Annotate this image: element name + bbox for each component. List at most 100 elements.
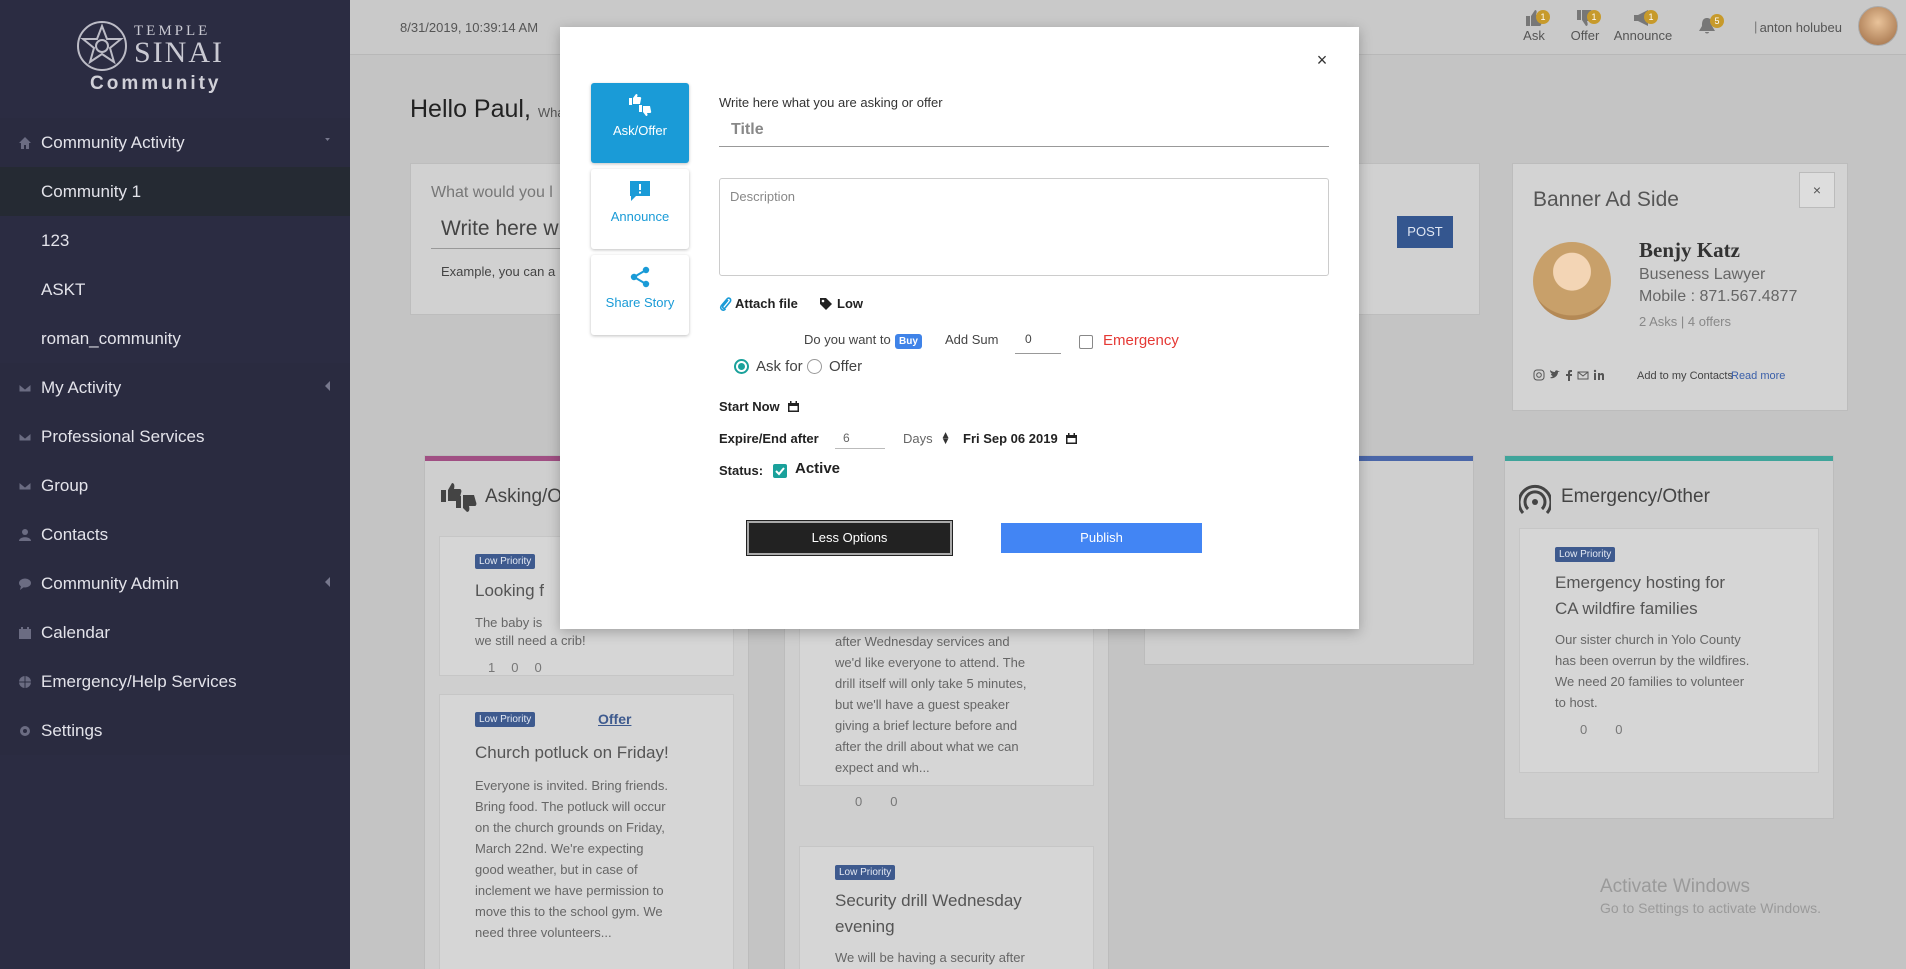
user-name[interactable]: anton holubeu (1760, 20, 1842, 35)
card-text: move this to the school gym. We (475, 904, 663, 919)
expire-date-picker[interactable]: Fri Sep 06 2019 (963, 431, 1078, 446)
sidebar-item-label: Calendar (41, 622, 110, 642)
sidebar-item-settings[interactable]: Settings (0, 706, 350, 755)
banner-close-button[interactable]: × (1799, 172, 1835, 208)
publish-button[interactable]: Publish (1001, 523, 1202, 553)
logo-community-text: Community (90, 73, 222, 94)
emergency-checkbox[interactable] (1079, 335, 1093, 349)
sidebar-item-emergency-help[interactable]: Emergency/Help Services (0, 657, 350, 706)
check-count: 0 (534, 660, 542, 675)
post-example: Example, you can a (441, 264, 556, 279)
sidebar-item-community-1[interactable]: Community 1 (0, 167, 350, 216)
ask-for-radio[interactable] (734, 359, 749, 374)
card-counts: 0 0 (1580, 722, 1622, 737)
sidebar-item-calendar[interactable]: Calendar (0, 608, 350, 657)
offer-button[interactable]: 1 Offer (1565, 8, 1605, 43)
add-to-contacts-link[interactable]: Add to my Contacts (1637, 370, 1733, 382)
sidebar-item-label: Settings (41, 720, 103, 740)
sidebar-item-community-admin[interactable]: Community Admin (0, 559, 350, 608)
sidebar-item-askt[interactable]: ASKT (0, 265, 350, 314)
globe-icon (19, 675, 31, 688)
priority-selector[interactable]: Low (819, 296, 863, 311)
paperclip-icon (719, 296, 732, 311)
start-now[interactable]: Start Now (719, 399, 800, 414)
envelope-icon (18, 432, 32, 441)
tab-ask-offer[interactable]: Ask/Offer (591, 83, 689, 163)
active-checkbox[interactable] (773, 464, 787, 478)
offer-badge: 1 (1587, 10, 1601, 24)
twitter-icon[interactable] (1549, 369, 1561, 381)
offer-radio[interactable] (807, 359, 822, 374)
post-type-tabs: Ask/Offer Announce Share Story (591, 83, 689, 341)
days-unit-select[interactable]: Days ▲ ▼ (903, 429, 951, 447)
avatar[interactable] (1858, 6, 1898, 46)
sort-caret-icon: ▲ ▼ (940, 429, 951, 447)
buy-toggle[interactable]: Buy (895, 334, 922, 349)
notifications-button[interactable]: 5 (1692, 8, 1724, 36)
buy-prompt: Do you want to (804, 332, 891, 347)
sum-input[interactable]: 0 (1015, 328, 1061, 354)
title-input[interactable]: Title (719, 117, 1329, 147)
checkmark-icon (775, 467, 785, 476)
create-post-modal: × Ask/Offer Announce Share Story Write h… (560, 27, 1359, 629)
list-item[interactable]: Low Priority Offer Church potluck on Fri… (439, 694, 734, 969)
attachment-count: 0 (1615, 722, 1623, 737)
sidebar-item-group[interactable]: Group (0, 461, 350, 510)
add-sum-label: Add Sum (945, 332, 999, 347)
card-text: Everyone is invited. Bring friends. (475, 778, 668, 793)
home-icon (19, 136, 31, 149)
attach-file-button[interactable]: Attach file (719, 296, 798, 311)
instagram-icon[interactable] (1533, 369, 1545, 381)
comment-count: 0 (1580, 722, 1588, 737)
announce-button[interactable]: 1 Announce (1608, 8, 1678, 43)
expire-days-input[interactable]: 6 (835, 421, 885, 449)
sidebar-item-community-activity[interactable]: Community Activity (0, 118, 350, 167)
facebook-icon[interactable] (1565, 369, 1573, 381)
card-text: has been overrun by the wildfires. (1555, 653, 1750, 668)
sidebar-item-label: Community Activity (41, 132, 185, 152)
banner-ad: Banner Ad Side × Benjy Katz Buseness Law… (1512, 163, 1848, 411)
tab-label: Ask/Offer (613, 123, 667, 138)
description-textarea[interactable]: Description (719, 178, 1329, 276)
attachment-count: 0 (511, 660, 519, 675)
thumbs-icon (629, 94, 652, 116)
card-text: Our sister church in Yolo County (1555, 632, 1741, 647)
less-options-button[interactable]: Less Options (746, 520, 953, 556)
post-question: What would you l (431, 184, 553, 201)
temple-sinai-logo[interactable]: TEMPLE SINAI Community (76, 20, 236, 100)
card-text: need three volunteers... (475, 925, 612, 940)
list-item[interactable]: Low Priority Security drill Wednesday ev… (799, 846, 1094, 969)
tab-share-story[interactable]: Share Story (591, 255, 689, 335)
sidebar-item-123[interactable]: 123 (0, 216, 350, 265)
list-item[interactable]: Low Priority Emergency hosting for CA wi… (1519, 528, 1819, 773)
offer-tag[interactable]: Offer (598, 711, 631, 727)
mail-icon[interactable] (1577, 369, 1589, 381)
sidebar-item-label: roman_community (41, 328, 181, 348)
sidebar-item-my-activity[interactable]: My Activity (0, 363, 350, 412)
read-more-link[interactable]: Read more (1731, 370, 1785, 382)
modal-close-button[interactable]: × (1313, 51, 1331, 69)
topbar-separator: | (1754, 19, 1758, 34)
ask-button[interactable]: 1 Ask (1514, 8, 1554, 43)
linkedin-icon[interactable] (1593, 369, 1605, 381)
sidebar-item-label: Emergency/Help Services (41, 671, 237, 691)
sidebar-item-label: Contacts (41, 524, 109, 544)
card-text: after the drill about what we can (835, 739, 1019, 754)
card-text: We will be having a security after (835, 950, 1025, 965)
post-button[interactable]: POST (1397, 216, 1453, 248)
sidebar-item-professional-services[interactable]: Professional Services (0, 412, 350, 461)
active-label: Active (795, 460, 841, 477)
list-item[interactable]: after Wednesday services and we'd like e… (799, 616, 1094, 786)
ask-badge: 1 (1536, 10, 1550, 24)
sidebar-item-contacts[interactable]: Contacts (0, 510, 350, 559)
notifications-badge: 5 (1710, 14, 1724, 28)
tab-announce[interactable]: Announce (591, 169, 689, 249)
current-datetime: 8/31/2019, 10:39:14 AM (400, 20, 539, 35)
expire-date-value: Fri Sep 06 2019 (963, 431, 1058, 446)
sidebar-item-roman-community[interactable]: roman_community (0, 314, 350, 363)
offer-label: Offer (829, 358, 863, 375)
banner-role: Buseness Lawyer (1639, 266, 1766, 283)
logo-sinai-text: SINAI (134, 36, 224, 69)
card-text: inclement we have permission to (475, 883, 664, 898)
start-now-label: Start Now (719, 399, 780, 414)
